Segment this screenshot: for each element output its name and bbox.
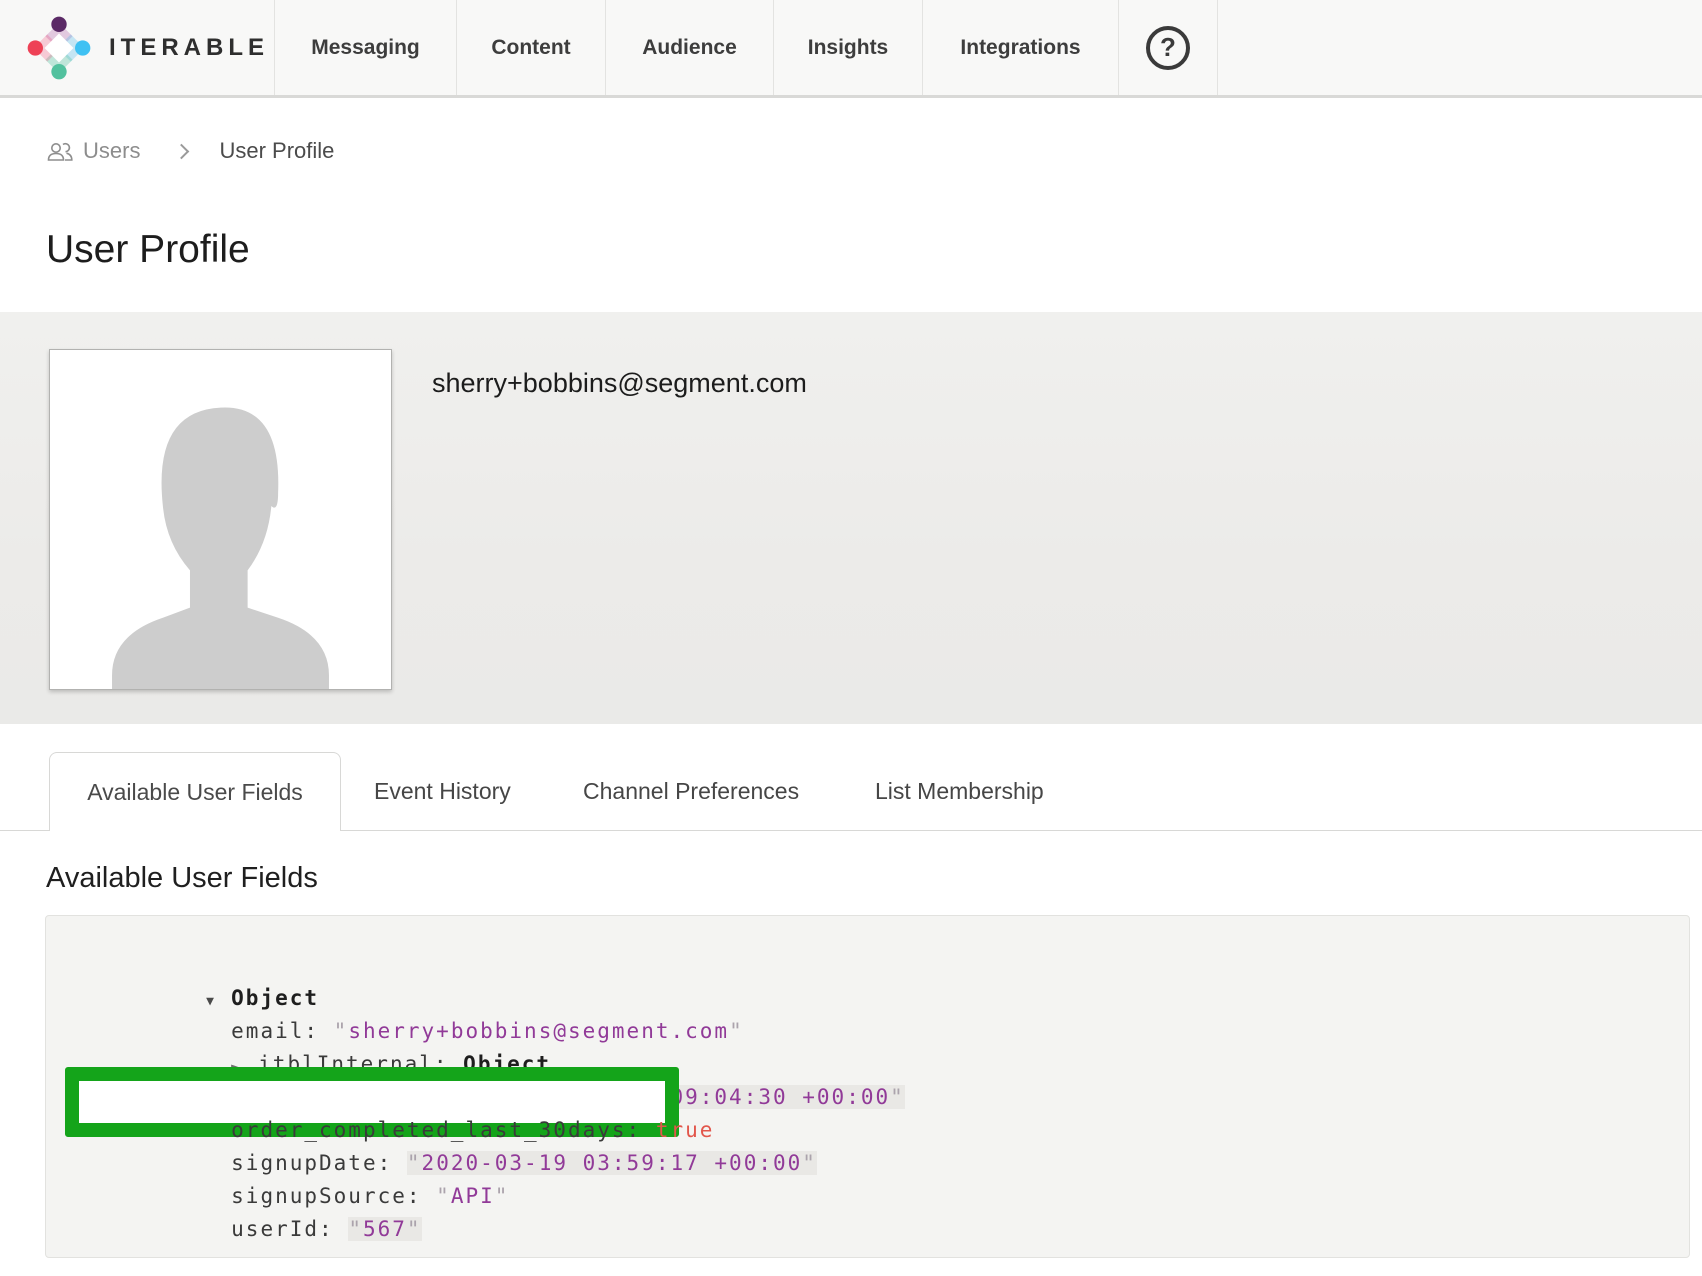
field-key: order_completed_last_30days [231, 1118, 656, 1142]
user-fields-panel: Object emailsherry+bobbins@segment.com i… [45, 915, 1690, 1258]
help-icon: ? [1146, 26, 1190, 70]
help-button[interactable]: ? [1118, 0, 1218, 95]
field-row-userid: userId567 [89, 1180, 1689, 1213]
person-silhouette-icon [50, 350, 391, 689]
user-profile-page: ITERABLE Messaging Content Audience Insi… [0, 0, 1702, 1276]
field-key: userId [231, 1217, 348, 1241]
field-value-wrap: 567 [348, 1217, 421, 1241]
nav-item-insights[interactable]: Insights [773, 0, 922, 95]
nav-item-content[interactable]: Content [456, 0, 605, 95]
chevron-right-icon [174, 143, 190, 159]
field-value: true [656, 1118, 715, 1142]
users-icon [46, 139, 74, 163]
brand-name: ITERABLE [109, 34, 269, 62]
breadcrumb-current: User Profile [219, 138, 334, 164]
nav-item-messaging[interactable]: Messaging [274, 0, 456, 95]
field-row-signupsource: signupSourceAPI [89, 1147, 1689, 1180]
tab-list-membership[interactable]: List Membership [875, 752, 1044, 830]
iterable-logo[interactable]: ITERABLE [0, 0, 274, 95]
field-row-email: emailsherry+bobbins@segment.com [89, 982, 1689, 1015]
tab-event-history[interactable]: Event History [374, 752, 511, 830]
profile-email: sherry+bobbins@segment.com [432, 368, 807, 399]
json-tree: Object emailsherry+bobbins@segment.com i… [46, 916, 1689, 1213]
breadcrumb-users-link[interactable]: Users [83, 138, 140, 164]
page-title: User Profile [46, 228, 250, 272]
profile-summary-band: sherry+bobbins@segment.com [0, 312, 1702, 724]
json-root-row[interactable]: Object [89, 949, 1689, 982]
field-row-order-completed: order_completed_last_30daystrue [89, 1081, 1689, 1114]
profile-tabs: Available User Fields Event History Chan… [0, 752, 1702, 831]
nav-item-integrations[interactable]: Integrations [922, 0, 1118, 95]
breadcrumb: Users User Profile [46, 138, 334, 164]
top-nav: ITERABLE Messaging Content Audience Insi… [0, 0, 1702, 98]
field-row-itblinternal[interactable]: itblInternalObject [89, 1015, 1689, 1048]
field-value-wrap: true [656, 1118, 715, 1142]
avatar-placeholder [49, 349, 392, 690]
tab-available-user-fields[interactable]: Available User Fields [49, 752, 341, 831]
nav-item-audience[interactable]: Audience [605, 0, 773, 95]
field-value: 567 [348, 1217, 421, 1241]
iterable-logo-icon [27, 16, 91, 80]
tab-channel-preferences[interactable]: Channel Preferences [583, 752, 799, 830]
section-heading: Available User Fields [46, 862, 318, 895]
